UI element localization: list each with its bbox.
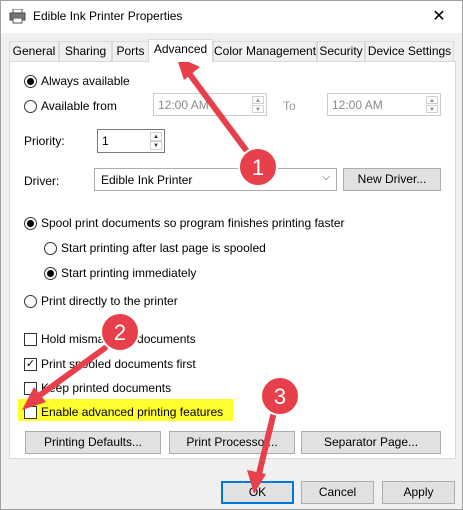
tab-device-settings[interactable]: Device Settings [365, 41, 454, 61]
available-from-option[interactable]: Available from [24, 99, 117, 113]
hold-mismatched-option[interactable]: Hold mismatched documents [24, 332, 196, 346]
printer-icon [9, 9, 26, 24]
tab-advanced[interactable]: Advanced [148, 39, 213, 62]
print-spooled-first-label: Print spooled documents first [41, 357, 196, 371]
enable-advanced-checkbox[interactable] [24, 405, 37, 419]
immediately-radio[interactable] [44, 266, 57, 280]
print-direct-label: Print directly to the printer [41, 294, 178, 308]
driver-select[interactable]: Edible Ink Printer ⌵ [94, 168, 337, 191]
driver-value: Edible Ink Printer [101, 173, 193, 187]
available-from-time[interactable]: 12:00 AM ▲ ▼ [153, 93, 267, 116]
apply-button[interactable]: Apply [382, 481, 455, 504]
print-direct-option[interactable]: Print directly to the printer [24, 294, 178, 308]
priority-value: 1 [102, 134, 109, 148]
available-to-time[interactable]: 12:00 AM ▲ ▼ [327, 93, 441, 116]
tab-color-management[interactable]: Color Management [213, 41, 317, 61]
keep-printed-option[interactable]: Keep printed documents [24, 381, 171, 395]
window-title: Edible Ink Printer Properties [33, 9, 183, 23]
ok-button[interactable]: OK [221, 481, 294, 504]
spin-down-icon[interactable]: ▼ [426, 105, 438, 113]
title-bar: Edible Ink Printer Properties ✕ [1, 1, 462, 33]
priority-input[interactable]: 1 ▲ ▼ [97, 129, 165, 153]
keep-printed-checkbox[interactable] [24, 381, 37, 395]
after-last-page-option[interactable]: Start printing after last page is spoole… [44, 241, 266, 255]
always-available-radio[interactable] [24, 74, 37, 88]
spin-up-icon[interactable]: ▲ [150, 132, 162, 141]
available-from-radio[interactable] [24, 99, 37, 113]
print-spooled-first-option[interactable]: ✓ Print spooled documents first [24, 357, 196, 371]
immediately-label: Start printing immediately [61, 266, 197, 280]
available-from-label: Available from [41, 99, 117, 113]
chevron-down-icon: ⌵ [322, 172, 330, 183]
tab-sharing[interactable]: Sharing [59, 41, 112, 61]
after-last-page-radio[interactable] [44, 241, 57, 255]
from-time-value: 12:00 AM [158, 98, 209, 112]
new-driver-button[interactable]: New Driver... [343, 168, 441, 191]
cancel-button[interactable]: Cancel [301, 481, 374, 504]
print-spooled-first-checkbox[interactable]: ✓ [24, 357, 37, 371]
enable-advanced-label: Enable advanced printing features [41, 405, 224, 419]
tab-ports[interactable]: Ports [112, 41, 149, 61]
hold-mismatched-checkbox[interactable] [24, 332, 37, 346]
tab-security[interactable]: Security [317, 41, 365, 61]
spin-up-icon[interactable]: ▲ [252, 96, 264, 104]
always-available-option[interactable]: Always available [24, 74, 130, 88]
driver-label: Driver: [24, 174, 60, 188]
spool-option[interactable]: Spool print documents so program finishe… [24, 216, 345, 230]
print-direct-radio[interactable] [24, 294, 37, 308]
hold-mismatched-label: Hold mismatched documents [41, 332, 196, 346]
to-label: To [283, 99, 296, 113]
spin-down-icon[interactable]: ▼ [150, 141, 162, 150]
spool-radio[interactable] [24, 216, 37, 230]
always-available-label: Always available [41, 74, 130, 88]
spin-up-icon[interactable]: ▲ [426, 96, 438, 104]
keep-printed-label: Keep printed documents [41, 381, 172, 395]
enable-advanced-option[interactable]: Enable advanced printing features [24, 405, 223, 419]
separator-page-button[interactable]: Separator Page... [301, 431, 441, 454]
immediately-option[interactable]: Start printing immediately [44, 266, 196, 280]
printer-properties-dialog: Edible Ink Printer Properties ✕ General … [0, 0, 463, 510]
printing-defaults-button[interactable]: Printing Defaults... [25, 431, 161, 454]
tab-general[interactable]: General [9, 41, 59, 61]
to-time-value: 12:00 AM [332, 98, 383, 112]
spool-label: Spool print documents so program finishe… [41, 216, 345, 230]
print-processor-button[interactable]: Print Processor... [169, 431, 295, 454]
after-last-page-label: Start printing after last page is spoole… [61, 241, 266, 255]
spin-down-icon[interactable]: ▼ [252, 105, 264, 113]
priority-label: Priority: [24, 134, 65, 148]
close-icon[interactable]: ✕ [416, 1, 462, 33]
